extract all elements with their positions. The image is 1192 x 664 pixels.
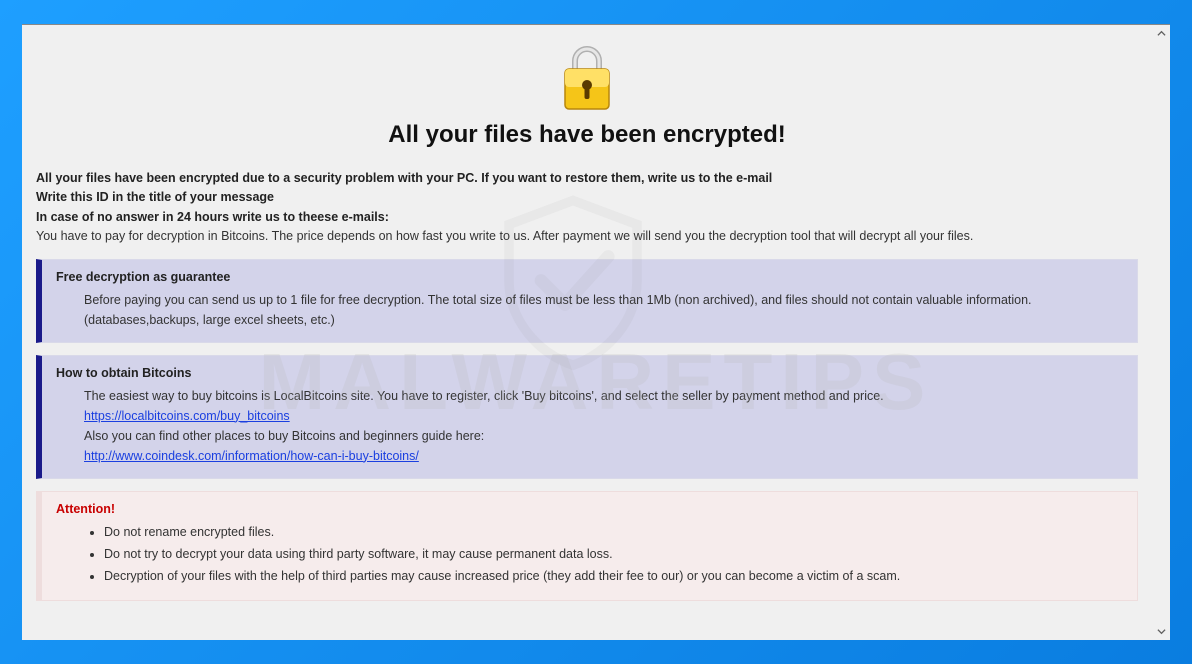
ransom-note-window: MALWARETIPS All your files have been enc… <box>22 24 1170 640</box>
bitcoins-title: How to obtain Bitcoins <box>56 366 1123 380</box>
attention-panel: Attention! Do not rename encrypted files… <box>36 491 1138 601</box>
intro-line-1: All your files have been encrypted due t… <box>36 169 1138 188</box>
scroll-down-icon[interactable] <box>1153 623 1170 640</box>
attention-item: Decryption of your files with the help o… <box>104 566 1123 586</box>
hero: All your files have been encrypted! <box>22 25 1152 169</box>
intro-line-4: You have to pay for decryption in Bitcoi… <box>36 229 973 243</box>
bitcoins-line-1: The easiest way to buy bitcoins is Local… <box>84 386 1123 406</box>
coindesk-link[interactable]: http://www.coindesk.com/information/how-… <box>84 449 419 463</box>
guarantee-body: Before paying you can send us up to 1 fi… <box>56 290 1123 330</box>
attention-title: Attention! <box>56 502 1123 516</box>
padlock-icon <box>555 41 619 113</box>
guarantee-panel: Free decryption as guarantee Before payi… <box>36 259 1138 343</box>
bitcoins-panel: How to obtain Bitcoins The easiest way t… <box>36 355 1138 479</box>
scroll-up-icon[interactable] <box>1153 25 1170 42</box>
localbitcoins-link[interactable]: https://localbitcoins.com/buy_bitcoins <box>84 409 290 423</box>
page-title: All your files have been encrypted! <box>22 121 1152 149</box>
guarantee-title: Free decryption as guarantee <box>56 270 1123 284</box>
intro-text: All your files have been encrypted due t… <box>22 169 1152 247</box>
intro-line-2: Write this ID in the title of your messa… <box>36 188 1138 207</box>
intro-line-3: In case of no answer in 24 hours write u… <box>36 208 1138 227</box>
attention-item: Do not rename encrypted files. <box>104 522 1123 542</box>
attention-item: Do not try to decrypt your data using th… <box>104 544 1123 564</box>
vertical-scrollbar[interactable] <box>1153 25 1170 640</box>
content-area: All your files have been encrypted! All … <box>22 25 1170 640</box>
bitcoins-line-2: Also you can find other places to buy Bi… <box>84 426 1123 446</box>
